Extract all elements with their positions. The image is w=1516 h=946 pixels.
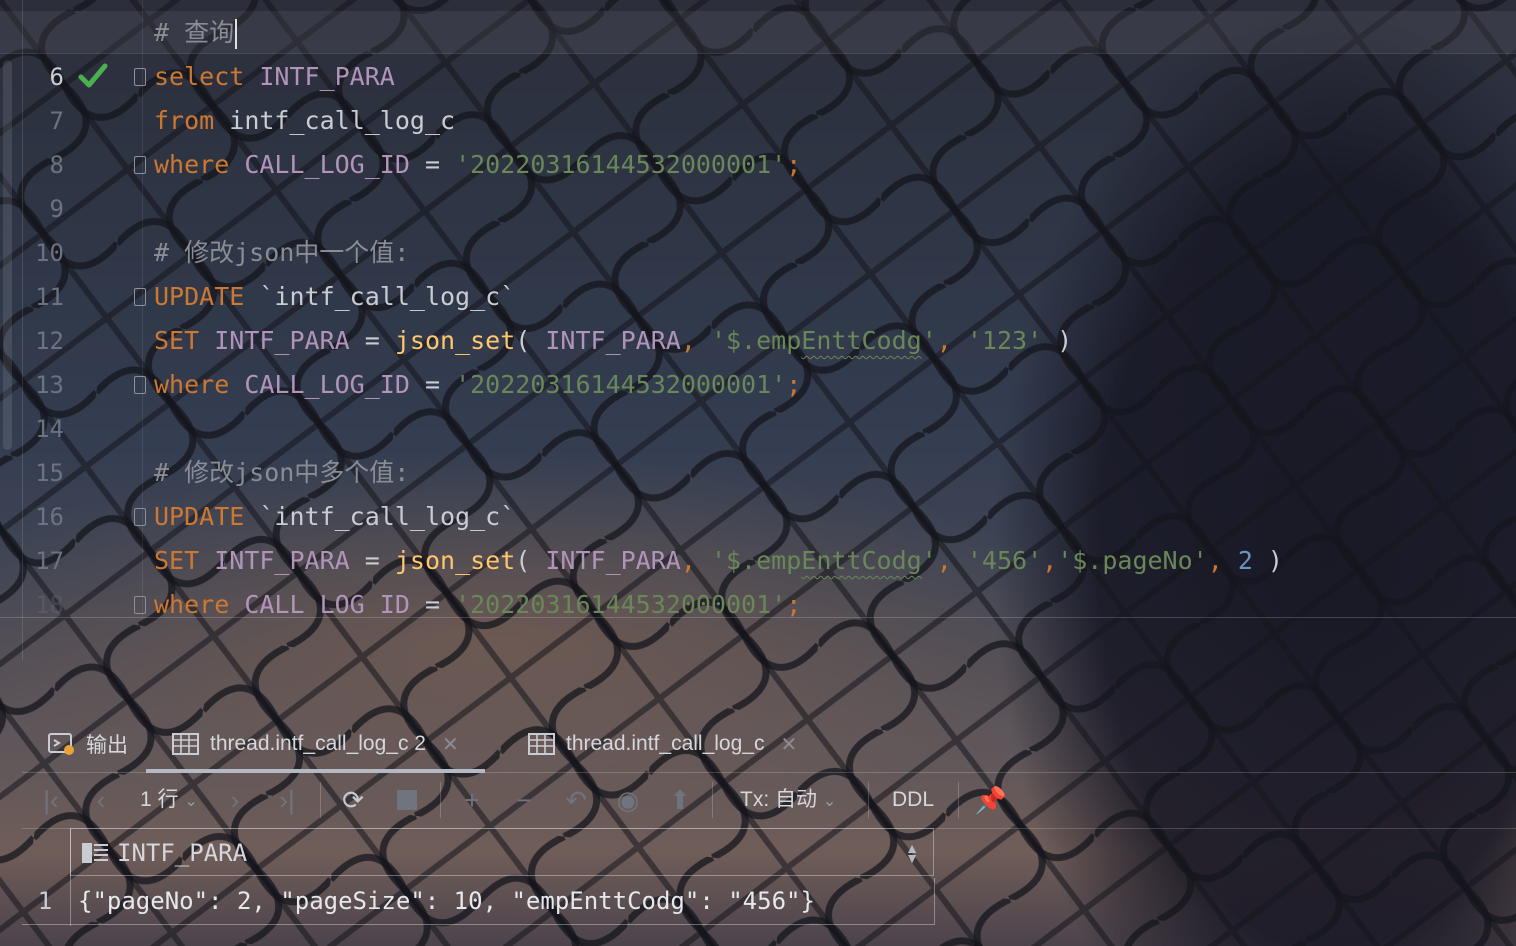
table-cell[interactable]: {"pageNo": 2, "pageSize": 10, "empEnttCo… [78, 878, 815, 924]
code-line[interactable]: 9 where CALL_LOG_ID = '20220316144532000… [0, 143, 1516, 223]
results-tab-bar: 输出 thread.intf_call_log_c 2 ✕ thread.int… [22, 716, 1516, 773]
code-line[interactable]: 17 UPDATE `intf_call_log_c` [0, 495, 1516, 575]
code-line[interactable]: 11 # 修改json中一个值: [0, 231, 1516, 311]
first-page-icon[interactable]: |‹ [36, 784, 66, 816]
revert-icon[interactable]: ↶ [560, 784, 592, 816]
table-row[interactable]: 1 {"pageNo": 2, "pageSize": 10, "empEntt… [22, 878, 935, 925]
code-line[interactable]: 16 # 修改json中多个值: [0, 451, 1516, 531]
tab-output[interactable]: 输出 [48, 716, 128, 772]
fold-marker-icon[interactable] [134, 156, 146, 174]
column-header[interactable]: INTF_PARA ▲ ▼ [70, 828, 934, 876]
next-page-icon[interactable]: › [220, 784, 250, 816]
stop-icon[interactable] [390, 784, 424, 816]
pin-icon[interactable]: 📌 [974, 784, 1008, 816]
code-line[interactable]: 6 # 查询 [0, 11, 1516, 91]
delete-row-icon[interactable]: − [508, 784, 540, 816]
transaction-mode-dropdown[interactable]: Tx: 自动 ⌄ [740, 784, 836, 816]
code-line[interactable]: 10 [0, 187, 1516, 267]
add-row-icon[interactable]: + [456, 784, 488, 816]
code-line[interactable]: 18 SET INTF_PARA = json_set( INTF_PARA, … [0, 539, 1516, 619]
console-output-icon [48, 733, 74, 755]
code-line[interactable]: 8 from intf_call_log_c [0, 99, 1516, 179]
submit-icon[interactable]: ⬆ [664, 784, 696, 816]
last-page-icon[interactable]: ›| [270, 784, 304, 816]
fold-marker-icon[interactable] [134, 288, 146, 306]
table-icon [528, 733, 555, 755]
tab-result-1[interactable]: thread.intf_call_log_c ✕ [528, 716, 797, 772]
code-line[interactable]: 15 [0, 407, 1516, 487]
table-icon [172, 733, 199, 755]
code-line[interactable]: 12 UPDATE `intf_call_log_c` [0, 275, 1516, 355]
row-number: 1 [37, 887, 53, 915]
results-toolbar: |‹ ‹ 1 行 ⌄ › ›| ⟳ + − ↶ ◉ ⬆ Tx: 自动 ⌄ DDL… [22, 772, 1516, 829]
fold-marker-icon[interactable] [134, 596, 146, 614]
prev-page-icon[interactable]: ‹ [86, 784, 116, 816]
code-line[interactable]: 14 where CALL_LOG_ID = '2022031614453200… [0, 363, 1516, 443]
preview-icon[interactable]: ◉ [612, 784, 644, 816]
fold-marker-icon[interactable] [134, 376, 146, 394]
close-icon[interactable]: ✕ [442, 732, 459, 757]
sql-editor[interactable]: 6 # 查询 7 select INTF_PARA 8 from intf_ca… [0, 0, 1516, 660]
close-icon[interactable]: ✕ [780, 732, 797, 757]
sort-icon[interactable]: ▲ ▼ [905, 841, 919, 865]
check-icon [78, 63, 108, 88]
row-count-dropdown[interactable]: 1 行 ⌄ [140, 784, 198, 816]
code-line[interactable]: where CALL_LOG_ID = '2022031614453200000… [0, 583, 1516, 617]
result-grid[interactable]: INTF_PARA ▲ ▼ 1 {"pageNo": 2, "pageSize":… [22, 828, 936, 926]
fold-marker-icon[interactable] [134, 68, 146, 86]
code-line[interactable]: 13 SET INTF_PARA = json_set( INTF_PARA, … [0, 319, 1516, 399]
fold-marker-icon[interactable] [134, 508, 146, 526]
ddl-button[interactable]: DDL [892, 784, 934, 816]
column-icon [82, 843, 108, 863]
tab-result-2[interactable]: thread.intf_call_log_c 2 ✕ [146, 716, 485, 773]
code-line[interactable]: 7 select INTF_PARA [0, 55, 1516, 135]
text-caret [235, 19, 238, 49]
refresh-icon[interactable]: ⟳ [336, 784, 370, 816]
